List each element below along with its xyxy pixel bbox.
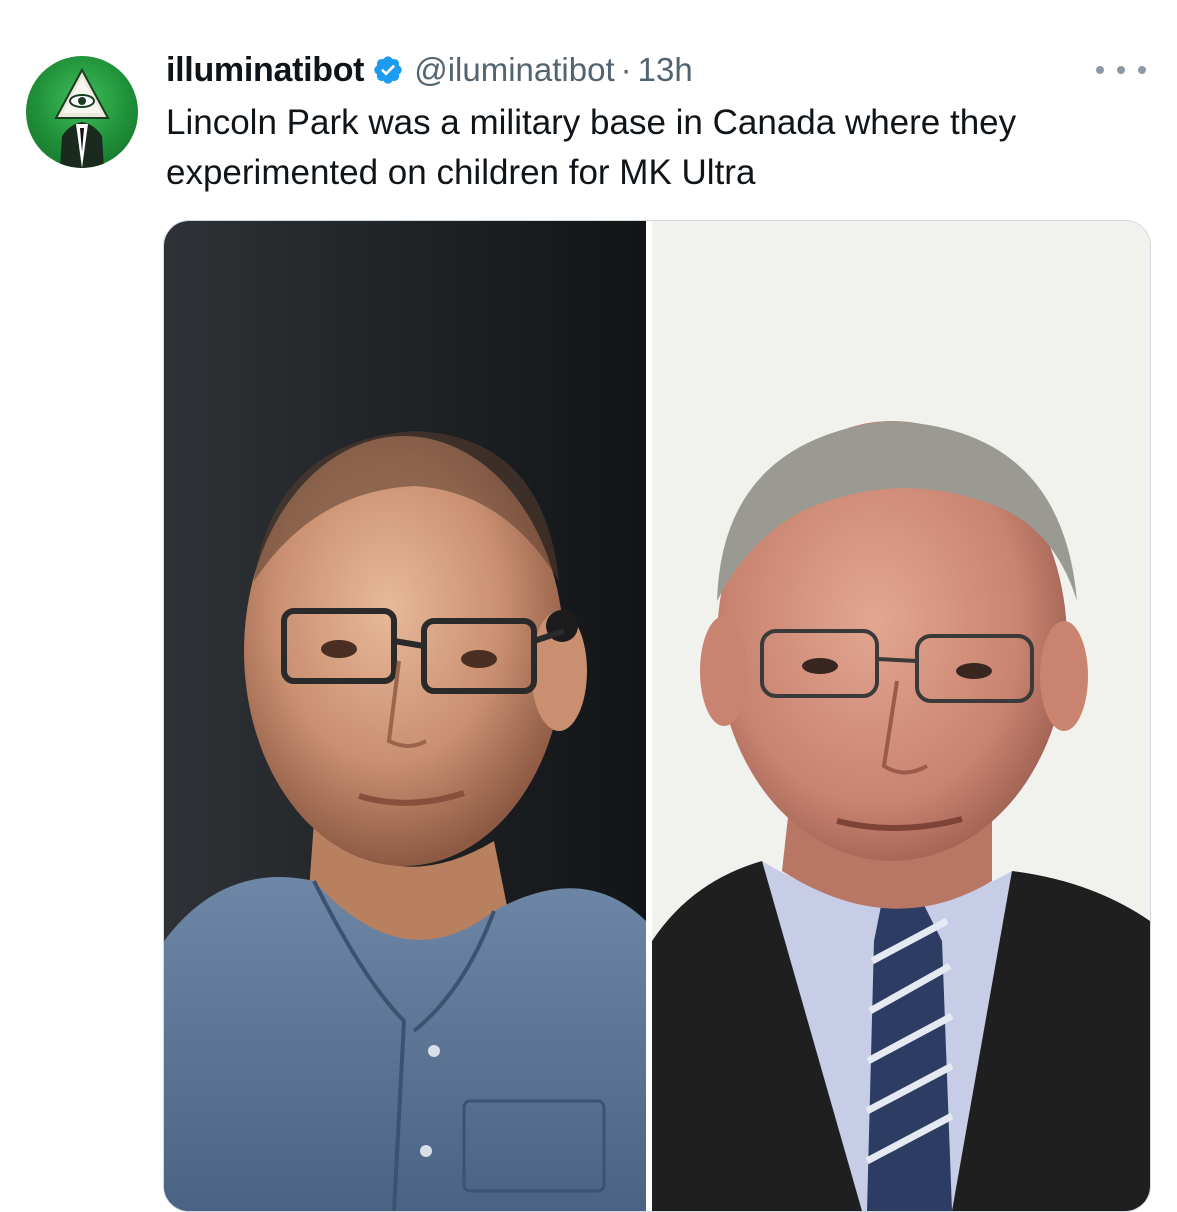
verified-badge-icon[interactable] <box>372 54 404 86</box>
tweet-header: illuminatibot @iluminatibot · 13h <box>166 48 693 92</box>
tweet-text: Lincoln Park was a military base in Cana… <box>166 103 1017 192</box>
timestamp[interactable]: 13h <box>638 51 693 89</box>
illuminati-eye-pyramid-icon <box>54 67 110 168</box>
user-handle[interactable]: @iluminatibot <box>414 51 614 89</box>
avatar[interactable] <box>26 56 138 168</box>
more-options-icon[interactable] <box>1096 58 1146 82</box>
display-name[interactable]: illuminatibot <box>166 51 365 90</box>
separator-dot: · <box>620 51 632 88</box>
tweet-card: illuminatibot @iluminatibot · 13h Lincol… <box>0 0 1177 1212</box>
photo-left[interactable] <box>164 221 646 1211</box>
tweet-media[interactable] <box>163 220 1151 1212</box>
photo-right[interactable] <box>652 221 1150 1211</box>
